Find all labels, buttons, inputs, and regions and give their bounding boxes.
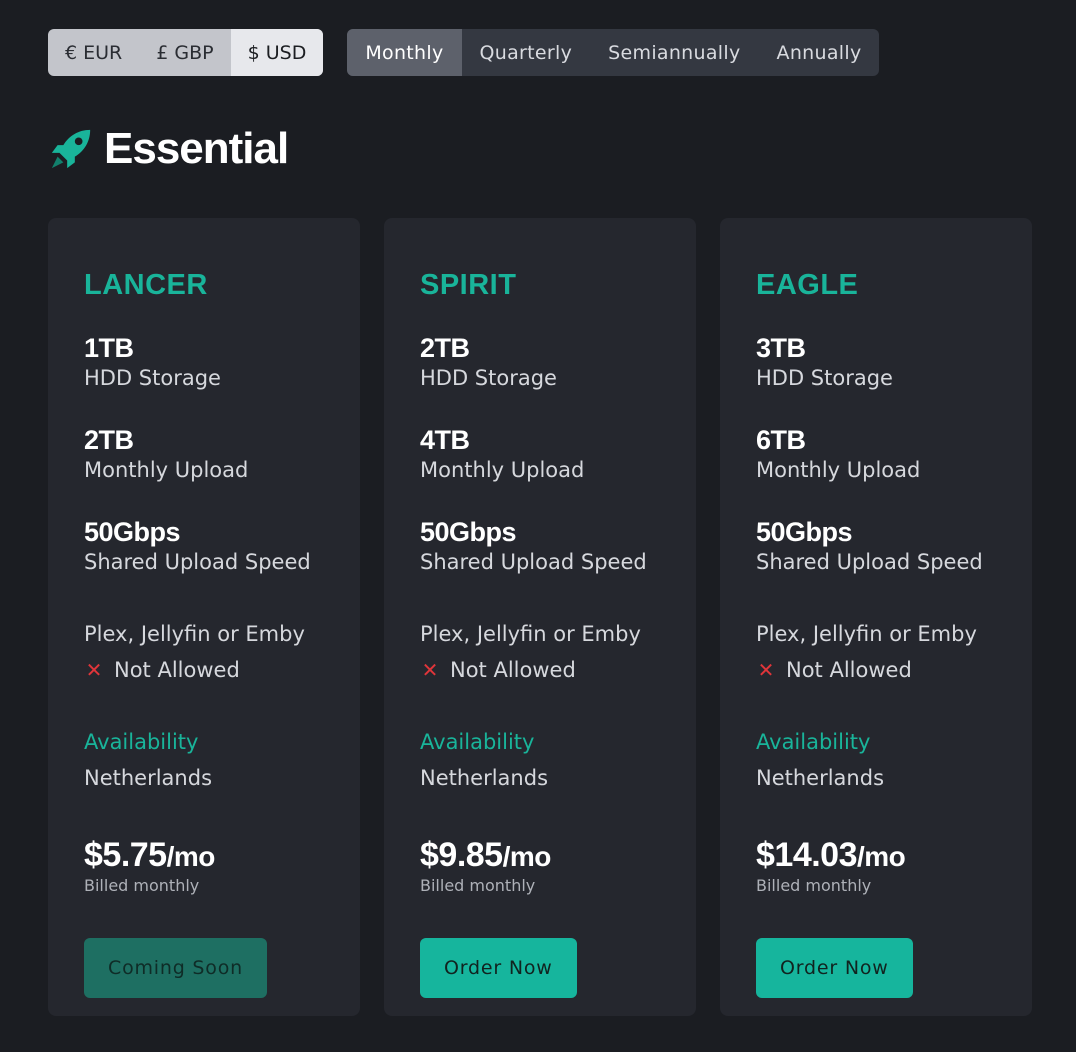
toolbar: € EUR £ GBP $ USD Monthly Quarterly Semi… [48, 29, 880, 76]
media-server-label: Plex, Jellyfin or Emby [756, 622, 977, 646]
speed-value: 50Gbps [420, 517, 517, 547]
media-server-status: ✕ Not Allowed [420, 652, 660, 688]
billing-note: Billed monthly [756, 876, 872, 895]
price-amount: $14.03 [756, 836, 858, 874]
storage-value: 3TB [756, 333, 806, 363]
price: $5.75/mo [84, 836, 324, 876]
upload-value: 4TB [420, 425, 470, 455]
upload-value: 6TB [756, 425, 806, 455]
cross-icon: ✕ [757, 658, 775, 682]
speed-desc: Shared Upload Speed [84, 550, 311, 574]
currency-option-gbp[interactable]: £ GBP [139, 29, 230, 76]
currency-option-usd[interactable]: $ USD [230, 29, 324, 76]
availability: Availability Netherlands [420, 724, 660, 796]
speed-spec: 50Gbps Shared Upload Speed [420, 516, 660, 578]
price-period: /mo [166, 841, 216, 872]
speed-spec: 50Gbps Shared Upload Speed [756, 516, 996, 578]
upload-desc: Monthly Upload [420, 458, 585, 482]
storage-value: 2TB [420, 333, 470, 363]
currency-option-eur[interactable]: € EUR [48, 29, 139, 76]
upload-value: 2TB [84, 425, 134, 455]
upload-spec: 4TB Monthly Upload [420, 424, 660, 486]
availability-label: Availability [420, 730, 535, 754]
storage-spec: 3TB HDD Storage [756, 332, 996, 394]
upload-spec: 6TB Monthly Upload [756, 424, 996, 486]
order-now-button[interactable]: Order Now [756, 938, 913, 998]
media-server-info: Plex, Jellyfin or Emby ✕ Not Allowed [756, 616, 996, 688]
price-block: $14.03/mo Billed monthly [756, 836, 996, 896]
storage-spec: 1TB HDD Storage [84, 332, 324, 394]
currency-switcher: € EUR £ GBP $ USD [48, 29, 324, 76]
media-server-status-text: Not Allowed [450, 658, 576, 682]
plan-name: EAGLE [756, 269, 859, 301]
plan-card-eagle: EAGLE 3TB HDD Storage 6TB Monthly Upload… [720, 218, 1032, 1016]
period-option-semiannually[interactable]: Semiannually [590, 29, 758, 76]
storage-value: 1TB [84, 333, 134, 363]
cross-icon: ✕ [85, 658, 103, 682]
storage-desc: HDD Storage [756, 366, 893, 390]
order-now-button[interactable]: Order Now [420, 938, 577, 998]
cross-icon: ✕ [421, 658, 439, 682]
media-server-status-text: Not Allowed [114, 658, 240, 682]
availability-label: Availability [756, 730, 871, 754]
media-server-status: ✕ Not Allowed [756, 652, 996, 688]
billing-note: Billed monthly [420, 876, 536, 895]
availability: Availability Netherlands [84, 724, 324, 796]
storage-spec: 2TB HDD Storage [420, 332, 660, 394]
price-amount: $9.85 [420, 836, 503, 874]
media-server-status-text: Not Allowed [786, 658, 912, 682]
upload-spec: 2TB Monthly Upload [84, 424, 324, 486]
media-server-info: Plex, Jellyfin or Emby ✕ Not Allowed [420, 616, 660, 688]
speed-value: 50Gbps [84, 517, 181, 547]
coming-soon-button[interactable]: Coming Soon [84, 938, 267, 998]
plan-name: SPIRIT [420, 269, 517, 301]
price-block: $5.75/mo Billed monthly [84, 836, 324, 896]
upload-desc: Monthly Upload [756, 458, 921, 482]
plan-card-lancer: LANCER 1TB HDD Storage 2TB Monthly Uploa… [48, 218, 360, 1016]
availability: Availability Netherlands [756, 724, 996, 796]
billing-note: Billed monthly [84, 876, 200, 895]
speed-value: 50Gbps [756, 517, 853, 547]
price-amount: $5.75 [84, 836, 167, 874]
period-option-monthly[interactable]: Monthly [347, 29, 462, 76]
billing-period-switcher: Monthly Quarterly Semiannually Annually [347, 29, 880, 76]
availability-label: Availability [84, 730, 199, 754]
media-server-info: Plex, Jellyfin or Emby ✕ Not Allowed [84, 616, 324, 688]
plan-name: LANCER [84, 269, 208, 301]
storage-desc: HDD Storage [420, 366, 557, 390]
upload-desc: Monthly Upload [84, 458, 249, 482]
availability-value: Netherlands [756, 766, 885, 790]
plan-cards: LANCER 1TB HDD Storage 2TB Monthly Uploa… [48, 218, 1032, 1016]
price: $14.03/mo [756, 836, 996, 876]
media-server-status: ✕ Not Allowed [84, 652, 324, 688]
price-period: /mo [502, 841, 552, 872]
speed-spec: 50Gbps Shared Upload Speed [84, 516, 324, 578]
price-period: /mo [857, 841, 906, 872]
media-server-label: Plex, Jellyfin or Emby [84, 622, 305, 646]
storage-desc: HDD Storage [84, 366, 221, 390]
speed-desc: Shared Upload Speed [756, 550, 983, 574]
price: $9.85/mo [420, 836, 660, 876]
rocket-icon [51, 129, 91, 169]
plan-card-spirit: SPIRIT 2TB HDD Storage 4TB Monthly Uploa… [384, 218, 696, 1016]
availability-value: Netherlands [84, 766, 213, 790]
section-heading: Essential [48, 124, 289, 174]
price-block: $9.85/mo Billed monthly [420, 836, 660, 896]
media-server-label: Plex, Jellyfin or Emby [420, 622, 641, 646]
section-title: Essential [104, 124, 289, 173]
period-option-annually[interactable]: Annually [759, 29, 880, 76]
period-option-quarterly[interactable]: Quarterly [462, 29, 591, 76]
speed-desc: Shared Upload Speed [420, 550, 647, 574]
availability-value: Netherlands [420, 766, 549, 790]
